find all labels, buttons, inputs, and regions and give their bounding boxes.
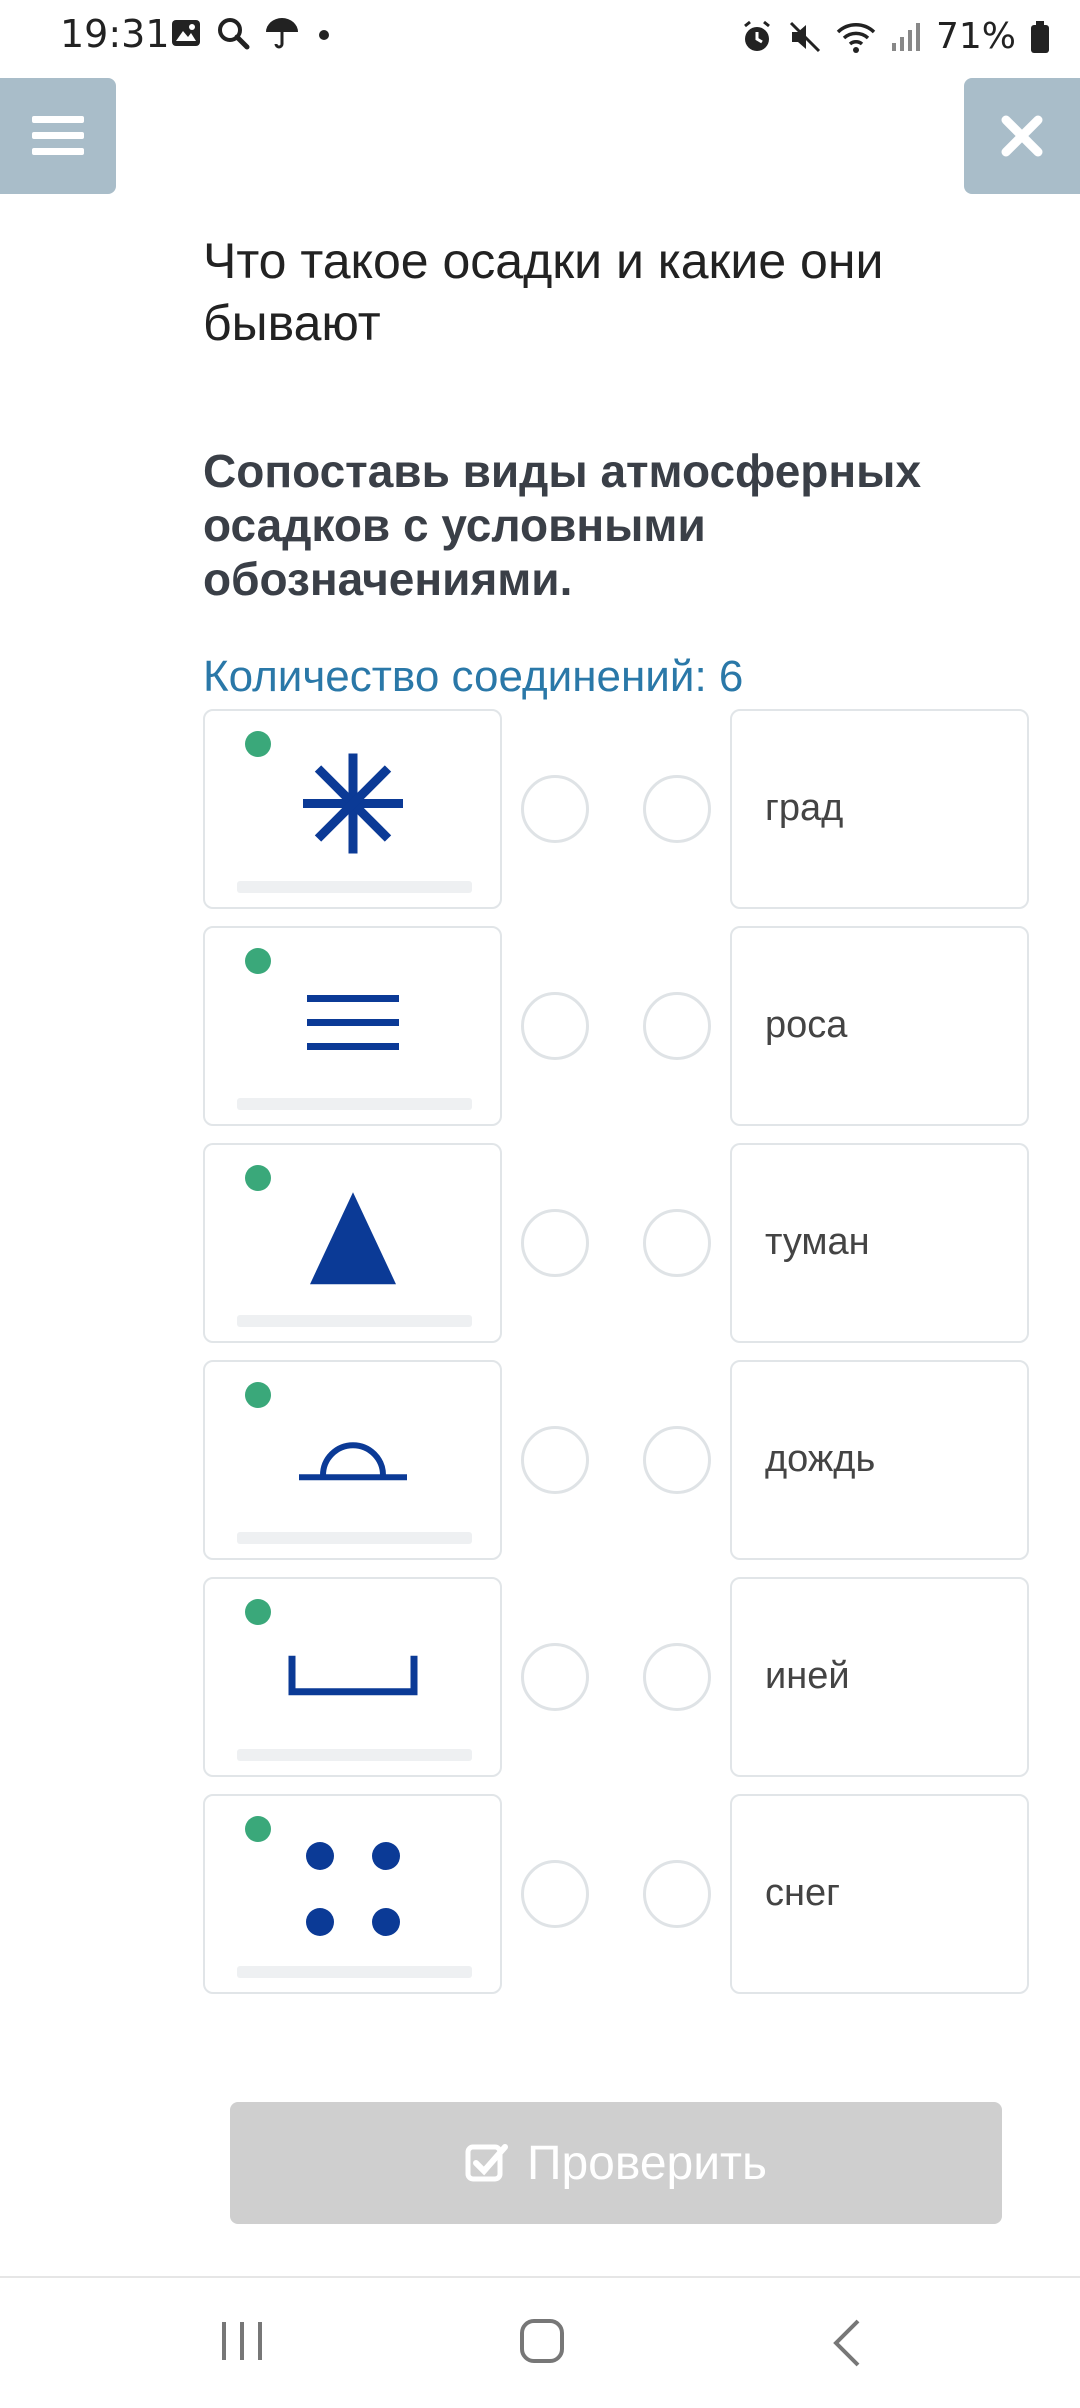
battery-percent: 71% — [935, 16, 1016, 57]
connector-right[interactable] — [643, 992, 711, 1060]
connector-left[interactable] — [521, 1643, 589, 1711]
umbrella-icon — [266, 18, 298, 49]
word-card[interactable]: туман — [730, 1143, 1029, 1343]
symbol-card[interactable] — [203, 926, 502, 1126]
caption-bar — [237, 1532, 472, 1544]
match-row: иней — [203, 1577, 1029, 1777]
three-lines-fog-icon — [306, 995, 399, 1050]
match-row: снег — [203, 1794, 1029, 1994]
symbol-card[interactable] — [203, 1143, 502, 1343]
connections-count: Количество соединений: 6 — [203, 652, 744, 701]
home-icon[interactable] — [518, 2318, 566, 2364]
connector-right[interactable] — [643, 1860, 711, 1928]
word-label: туман — [765, 1221, 870, 1263]
recents-icon[interactable] — [218, 2318, 266, 2364]
word-card[interactable]: иней — [730, 1577, 1029, 1777]
caption-bar — [237, 1749, 472, 1761]
bracket-frost-icon — [288, 1655, 417, 1696]
check-button[interactable]: Проверить — [230, 2102, 1002, 2224]
badge-icon — [245, 948, 271, 974]
wifi-icon — [836, 22, 876, 53]
match-row: туман — [203, 1143, 1029, 1343]
word-card[interactable]: роса — [730, 926, 1029, 1126]
signal-icon — [891, 22, 920, 51]
caption-bar — [237, 1098, 472, 1110]
word-card[interactable]: град — [730, 709, 1029, 909]
half-circle-dew-icon — [298, 1442, 407, 1481]
hamburger-icon — [32, 116, 84, 155]
dot-icon — [319, 30, 329, 40]
checkbox-icon — [465, 2144, 508, 2182]
alarm-icon — [744, 20, 770, 51]
connector-right[interactable] — [643, 1643, 711, 1711]
status-bar: 19:31 71% — [0, 0, 1080, 70]
triangle-hail-icon — [309, 1192, 396, 1285]
snowflake-asterisk-icon — [302, 753, 403, 854]
word-label: роса — [765, 1004, 848, 1046]
word-label: град — [765, 787, 844, 829]
word-label: иней — [765, 1655, 850, 1697]
badge-icon — [245, 1599, 271, 1625]
connector-left[interactable] — [521, 1426, 589, 1494]
word-label: дождь — [765, 1438, 876, 1480]
word-label: снег — [765, 1872, 840, 1914]
check-button-label: Проверить — [526, 2136, 768, 2190]
badge-icon — [245, 731, 271, 757]
battery-icon — [1031, 20, 1049, 53]
symbol-card[interactable] — [203, 1360, 502, 1560]
caption-bar — [237, 1966, 472, 1978]
match-row: дождь — [203, 1360, 1029, 1560]
connector-right[interactable] — [643, 775, 711, 843]
match-row: роса — [203, 926, 1029, 1126]
gallery-icon — [172, 20, 200, 46]
lesson-title: Что такое осадки и какие они бывают — [203, 233, 884, 351]
connector-left[interactable] — [521, 1860, 589, 1928]
search-icon — [218, 18, 250, 50]
four-dots-rain-icon — [305, 1842, 400, 1936]
connector-right[interactable] — [643, 1426, 711, 1494]
caption-bar — [237, 1315, 472, 1327]
badge-icon — [245, 1382, 271, 1408]
navigation-bar — [0, 2278, 1080, 2408]
mute-icon — [789, 21, 821, 52]
symbol-card[interactable] — [203, 1794, 502, 1994]
task-text: Сопоставь виды атмосферных осадков с усл… — [203, 445, 922, 605]
back-icon[interactable] — [828, 2318, 868, 2368]
badge-icon — [245, 1165, 271, 1191]
menu-button[interactable] — [0, 78, 116, 194]
symbol-card[interactable] — [203, 1577, 502, 1777]
connector-left[interactable] — [521, 992, 589, 1060]
symbol-card[interactable] — [203, 709, 502, 909]
close-icon — [1001, 115, 1043, 157]
connector-right[interactable] — [643, 1209, 711, 1277]
word-card[interactable]: снег — [730, 1794, 1029, 1994]
match-row: град — [203, 709, 1029, 909]
close-button[interactable] — [964, 78, 1080, 194]
status-time: 19:31 — [60, 12, 170, 56]
connector-left[interactable] — [521, 775, 589, 843]
caption-bar — [237, 881, 472, 893]
word-card[interactable]: дождь — [730, 1360, 1029, 1560]
connector-left[interactable] — [521, 1209, 589, 1277]
badge-icon — [245, 1816, 271, 1842]
